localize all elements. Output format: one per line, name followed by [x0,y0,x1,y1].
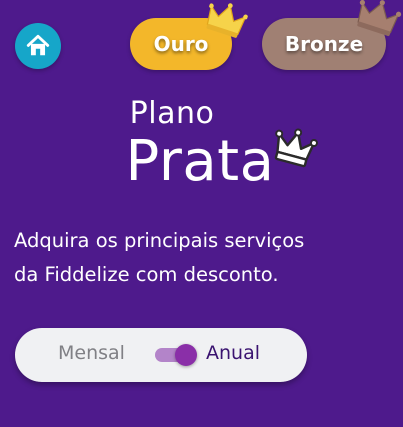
home-icon [26,34,50,56]
plan-ouro-label: Ouro [153,32,209,56]
plan-title-big: Prata [125,129,275,194]
switch-knob[interactable] [175,344,197,366]
monthly-option[interactable]: Mensal [58,342,125,364]
home-button[interactable] [15,23,61,69]
plan-description: Adquira os principais serviços da Fiddel… [14,224,384,292]
billing-period-toggle[interactable]: Mensal Anual [15,328,307,382]
annual-option[interactable]: Anual [206,342,260,364]
plan-description-line: da Fiddelize com desconto. [14,263,279,286]
plan-description-line: Adquira os principais serviços [14,229,305,252]
plan-bronze-label: Bronze [284,32,364,56]
plan-screen: Ouro Bronze Plano Prata Adquira os princ… [0,0,403,427]
